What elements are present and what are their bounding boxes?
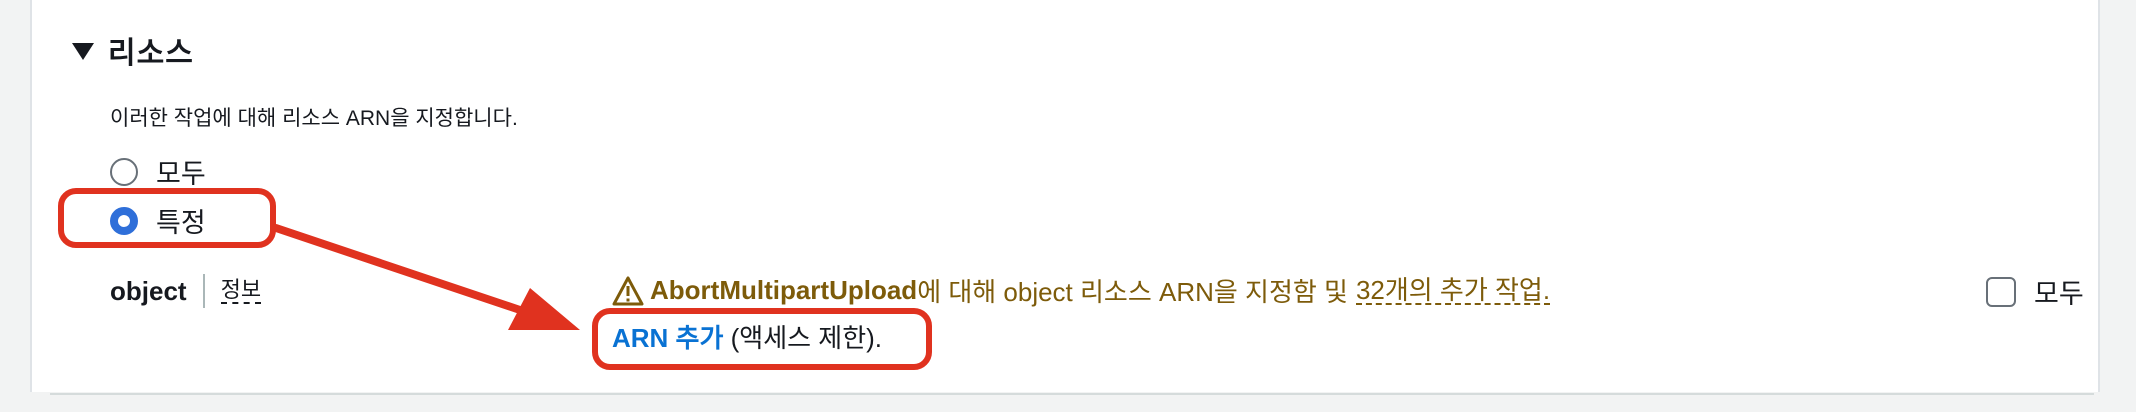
resource-type-name: object bbox=[110, 275, 187, 306]
section-description: 이러한 작업에 대해 리소스 ARN을 지정합니다. bbox=[110, 107, 518, 130]
additional-actions-link[interactable]: 32개의 추가 작업. bbox=[1355, 277, 1551, 305]
annotation-highlight-add-arn bbox=[592, 308, 932, 370]
radio-button-all[interactable] bbox=[110, 157, 138, 186]
warning-action-name: AbortMultipartUpload bbox=[650, 275, 918, 305]
warning-triangle-icon bbox=[612, 276, 644, 305]
object-all-checkbox-label: 모두 bbox=[2034, 279, 2084, 309]
resources-panel bbox=[30, 0, 2100, 392]
divider bbox=[50, 393, 2094, 395]
section-title: 리소스 bbox=[108, 37, 194, 70]
radio-option-all[interactable]: 모두 bbox=[110, 152, 206, 191]
object-all-checkbox[interactable] bbox=[1986, 276, 2016, 307]
warning-text: 에 대해 object 리소스 ARN을 지정함 및 bbox=[917, 277, 1348, 307]
radio-label-all: 모두 bbox=[156, 159, 206, 189]
object-resource-label: object 정보 bbox=[110, 274, 262, 308]
caret-down-icon bbox=[72, 42, 94, 60]
object-all-checkbox-row[interactable]: 모두 bbox=[1986, 272, 2084, 311]
resources-section-toggle[interactable]: 리소스 bbox=[72, 30, 194, 70]
info-link[interactable]: 정보 bbox=[220, 278, 262, 304]
label-separator bbox=[202, 274, 205, 308]
warning-message: AbortMultipartUpload 에 대해 object 리소스 ARN… bbox=[612, 272, 1551, 309]
annotation-highlight-specific bbox=[58, 188, 276, 248]
